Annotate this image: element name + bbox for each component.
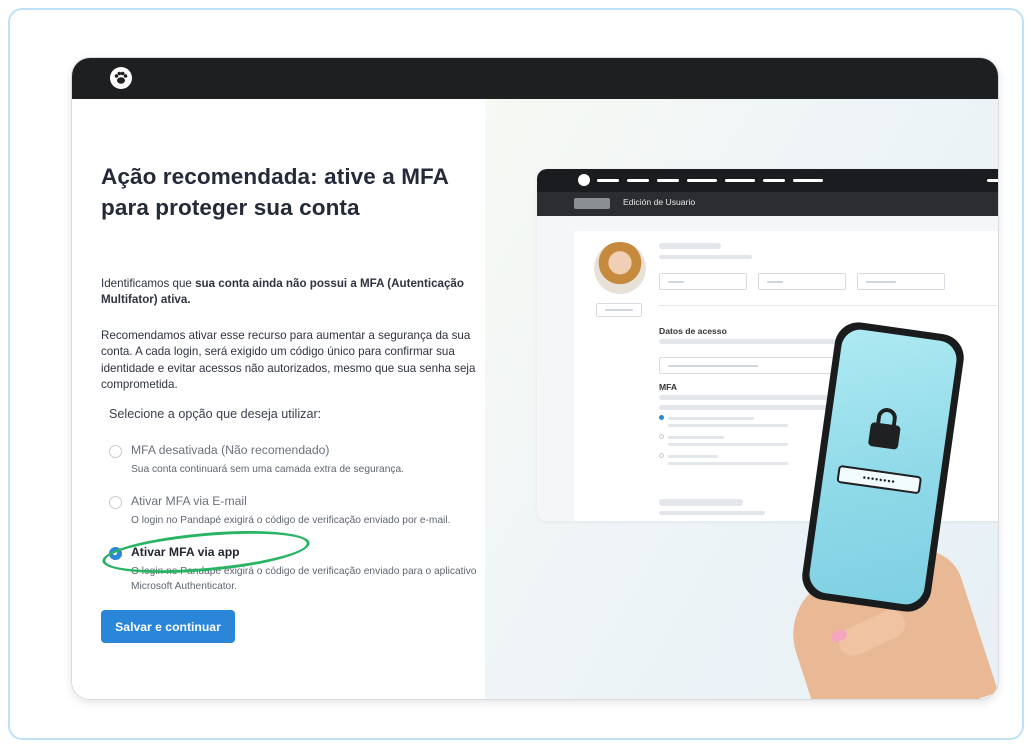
mock-radio — [659, 434, 664, 439]
mock-menu-dash — [725, 179, 755, 182]
avatar — [594, 242, 646, 294]
mock-placeholder — [659, 511, 765, 515]
mock-placeholder — [668, 424, 788, 427]
mock-menu-dash — [793, 179, 823, 182]
mock-placeholder — [668, 455, 718, 458]
mock-small-button — [596, 303, 642, 317]
mock-placeholder — [668, 443, 788, 446]
mock-placeholder — [668, 417, 754, 420]
mock-menu-dash — [627, 179, 649, 182]
mock-placeholder — [668, 436, 724, 439]
mock-placeholder — [659, 395, 839, 400]
mock-menu-dash — [763, 179, 785, 182]
paw-logo-icon[interactable] — [110, 67, 132, 89]
option-title: MFA desativada (Não recomendado) — [131, 443, 330, 457]
save-continue-button[interactable]: Salvar e continuar — [101, 610, 235, 643]
radio-mfa-email[interactable] — [109, 496, 122, 509]
mock-divider — [659, 305, 998, 306]
mock-field — [659, 357, 845, 374]
illustration-panel: Edición de Usuario Datos de acesso MFA •… — [485, 99, 998, 699]
mock-placeholder — [668, 462, 788, 465]
mock-section-mfa: MFA — [659, 382, 678, 392]
intro-text: Identificamos que sua conta ainda não po… — [101, 276, 481, 309]
mock-field — [758, 273, 846, 290]
page-title: Ação recomendada: ative a MFA para prote… — [101, 164, 449, 220]
mock-back-pill — [574, 198, 610, 209]
password-field-illustration: •••••••• — [836, 464, 923, 495]
mock-menu-dash — [597, 179, 619, 182]
mock-menu-dash — [987, 179, 998, 182]
mock-sub-header: Edición de Usuario — [537, 192, 998, 216]
mock-placeholder — [659, 243, 721, 249]
mfa-modal-window: Ação recomendada: ative a MFA para prote… — [72, 58, 998, 699]
mock-menu-dash — [687, 179, 717, 182]
lock-icon-body — [867, 421, 901, 450]
mock-top-bar — [537, 169, 998, 192]
mock-menu-dash — [657, 179, 679, 182]
mock-placeholder — [659, 255, 752, 259]
mock-section-access: Datos de acesso — [659, 326, 727, 336]
mock-page-title: Edición de Usuario — [623, 197, 696, 207]
intro-text-start: Identificamos que — [101, 277, 196, 290]
mock-radio — [659, 453, 664, 458]
mock-radio — [659, 415, 664, 420]
mock-paw-logo-icon — [578, 174, 590, 186]
option-title: Ativar MFA via E-mail — [131, 494, 247, 508]
top-bar — [72, 58, 998, 99]
radio-mfa-disabled[interactable] — [109, 445, 122, 458]
option-description: O login no Pandapé exigirá o código de v… — [131, 515, 451, 526]
mock-field — [857, 273, 945, 290]
mfa-form-panel: Ação recomendada: ative a MFA para prote… — [72, 99, 485, 699]
explanation-text: Recomendamos ativar esse recurso para au… — [101, 329, 476, 392]
mock-placeholder — [659, 499, 743, 506]
mock-field — [659, 273, 747, 290]
mock-placeholder — [659, 405, 839, 410]
option-description: Sua conta continuará sem uma camada extr… — [131, 464, 404, 475]
select-option-label: Selecione a opção que deseja utilizar: — [109, 407, 322, 421]
